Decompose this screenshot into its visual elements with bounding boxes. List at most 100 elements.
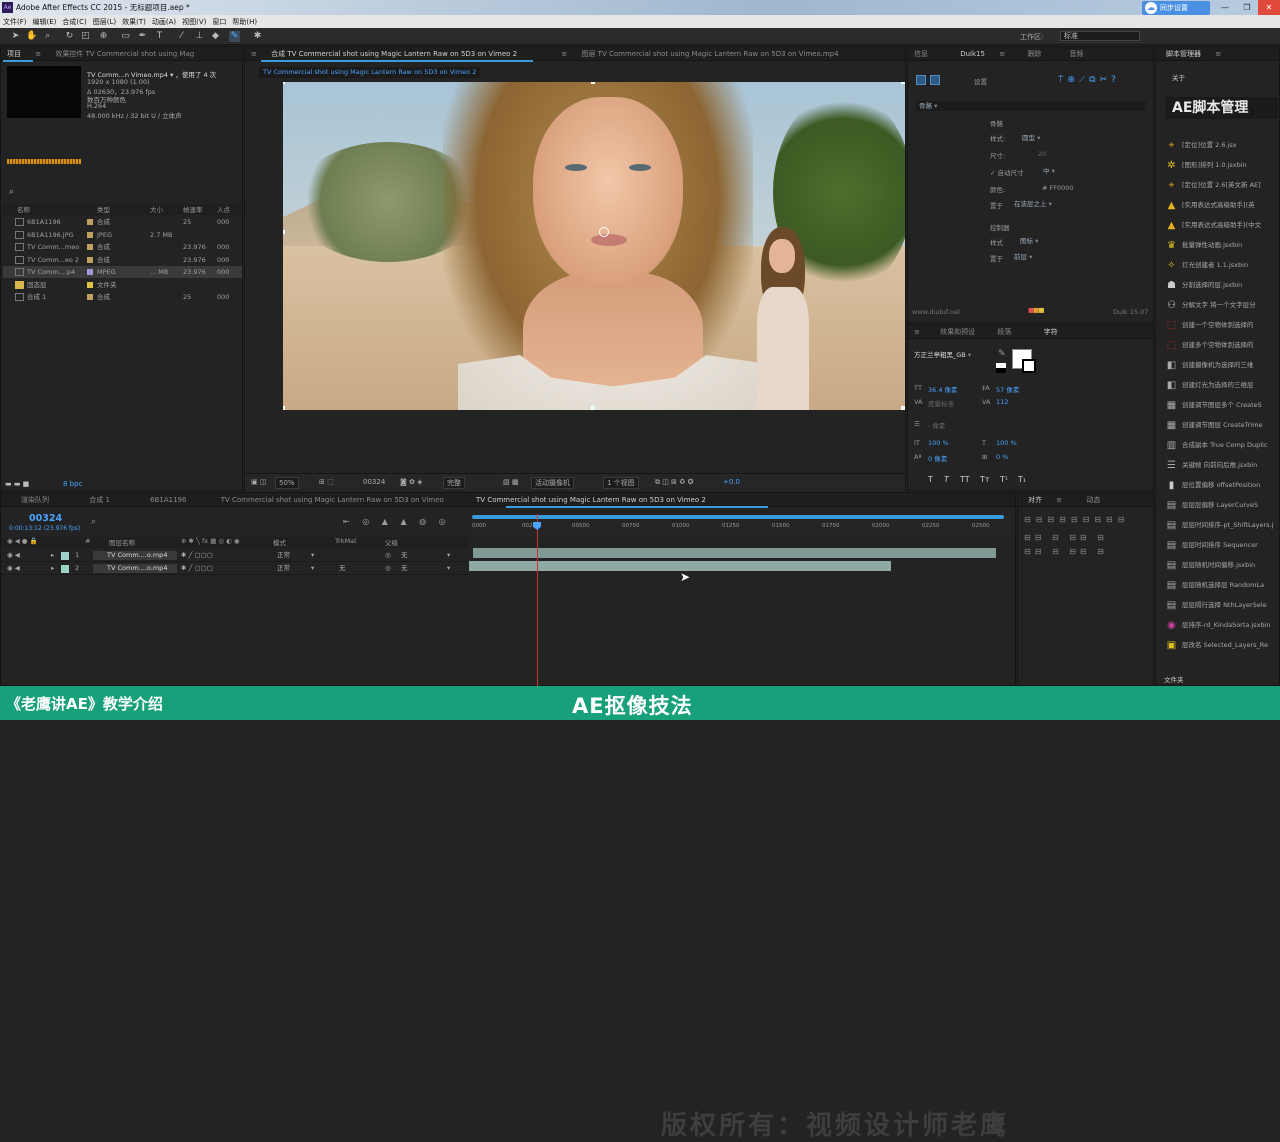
duik-anim-icon[interactable] xyxy=(930,75,940,85)
menu-file[interactable]: 文件(F) xyxy=(0,17,30,27)
minimize-button[interactable]: — xyxy=(1214,0,1236,15)
duik-category-select[interactable]: 骨骼 xyxy=(916,101,1146,111)
layer-search-icon[interactable]: ⌕ xyxy=(91,517,96,527)
panel-menu-icon[interactable]: ≡ xyxy=(908,328,926,336)
project-item-row[interactable]: TV Comm...meo 合成 23.976 000 xyxy=(3,241,242,253)
script-item[interactable]: ▤ 层层隔行选择 NthLayerSele xyxy=(1160,597,1280,614)
label-color-swatch[interactable] xyxy=(87,219,93,225)
tab-paragraph[interactable]: 段落 xyxy=(991,328,1017,336)
parent-pickwhip-icon[interactable]: ◎ xyxy=(385,549,391,562)
menu-layer[interactable]: 图层(L) xyxy=(90,17,119,27)
script-item[interactable]: ▦ 创建调节图层 CreateTrime xyxy=(1160,417,1280,434)
region-icons[interactable]: ▨ ▩ xyxy=(503,474,518,491)
style-select[interactable]: 圆型 xyxy=(1022,133,1040,143)
clone-stamp-tool-icon[interactable]: ⊥ xyxy=(194,31,205,42)
stroke-width-value[interactable]: - 像素 xyxy=(928,420,945,430)
menu-composition[interactable]: 合成(C) xyxy=(59,17,89,27)
tab-motion[interactable]: 动态 xyxy=(1080,496,1106,504)
camera-tool-icon[interactable]: ◰ xyxy=(80,31,91,42)
label-color-swatch[interactable] xyxy=(87,281,93,288)
ctrl-place-select[interactable]: 前层 xyxy=(1014,252,1032,262)
maximize-button[interactable]: ❐ xyxy=(1236,0,1258,15)
playhead-line[interactable] xyxy=(537,514,538,686)
leading-value[interactable]: 57 像素 xyxy=(996,384,1019,394)
label-color-swatch[interactable] xyxy=(87,256,93,263)
views-select[interactable]: 1 个视图 xyxy=(603,477,639,489)
parent-dropdown-icon[interactable]: ▾ xyxy=(447,549,450,562)
vertical-scale-value[interactable]: 100 % xyxy=(928,439,949,447)
col-trkmat[interactable]: TrkMat xyxy=(335,537,357,545)
layer-label-swatch[interactable] xyxy=(61,565,69,573)
col-name[interactable]: 名称 xyxy=(17,204,30,214)
align-buttons-icons[interactable]: ⊟⊟⊟⊟⊟⊟⊟⊟⊟ xyxy=(1024,515,1129,524)
comp-subtab[interactable]: TV Commercial shot using Magic Lantern R… xyxy=(259,67,481,78)
zoom-select[interactable]: 50% xyxy=(275,477,299,489)
layer-1-duration-bar[interactable] xyxy=(473,548,996,558)
roto-brush-tool-icon[interactable]: ✎ xyxy=(229,31,240,42)
rotate-tool-icon[interactable]: ↻ xyxy=(64,31,75,42)
transform-handle[interactable] xyxy=(591,82,595,84)
ctrl-style-select[interactable]: 图标 xyxy=(1020,236,1038,246)
script-item[interactable]: ▤ 层层时间排序 Sequencer xyxy=(1160,537,1280,554)
all-caps-button[interactable]: TT xyxy=(960,475,970,484)
parent-pickwhip-icon[interactable]: ◎ xyxy=(385,562,391,575)
tab-info[interactable]: 信息 xyxy=(908,50,934,58)
script-item[interactable]: ◧ 创建摄像机为选择的三维 xyxy=(1160,357,1280,374)
timeline-switch-icons[interactable]: ⇤ ◎ ▲ ▲ ◍ ◎ xyxy=(343,517,451,526)
layer-trkmat-select[interactable]: 无 xyxy=(339,562,346,575)
layer-parent-select[interactable]: 无 xyxy=(401,562,408,575)
hand-tool-icon[interactable]: ✋ xyxy=(26,31,37,42)
layer-name[interactable]: TV Comm....o.mp4 xyxy=(93,551,177,560)
place-select[interactable]: 在该层之上 xyxy=(1014,199,1052,209)
layer-mode-select[interactable]: 正常 xyxy=(277,562,290,575)
transform-handle[interactable] xyxy=(283,82,285,84)
color-swap-icon[interactable] xyxy=(996,363,1006,373)
expand-arrow-icon[interactable]: ▸ xyxy=(51,562,54,575)
auto-size-select[interactable]: 中 xyxy=(1043,166,1055,176)
mode-dropdown-icon[interactable]: ▾ xyxy=(311,549,314,562)
script-item[interactable]: ✧ 灯光创建者 1.1.jsxbin xyxy=(1160,257,1280,274)
mode-dropdown-icon[interactable]: ▾ xyxy=(311,562,314,575)
project-item-row[interactable]: 6B1A1196 合成 25 000 xyxy=(3,216,242,228)
eraser-tool-icon[interactable]: ◆ xyxy=(210,31,221,42)
composition-viewer[interactable] xyxy=(283,82,905,410)
work-area-bar[interactable] xyxy=(472,515,1004,519)
duik-rig-icon[interactable] xyxy=(916,75,926,85)
size-value[interactable]: 20 xyxy=(1038,150,1046,158)
script-item[interactable]: ▦ 创建调节图层多个 CreateS xyxy=(1160,397,1280,414)
horizontal-scale-value[interactable]: 100 % xyxy=(996,439,1017,447)
transform-handle[interactable] xyxy=(283,230,285,234)
transform-handle[interactable] xyxy=(901,82,905,84)
folder-button[interactable]: 文件夹 xyxy=(1164,674,1184,684)
col-layer-name[interactable]: 图层名称 xyxy=(109,537,135,547)
layer-switches-icons[interactable]: ✱ ╱ ▢▢▢ xyxy=(181,562,213,575)
brush-tool-icon[interactable]: ⁄ xyxy=(176,31,187,42)
faux-italic-button[interactable]: T xyxy=(944,475,949,484)
auto-size-checkbox[interactable]: ✓ 自动尺寸 xyxy=(990,167,1024,177)
footer-icons[interactable]: ▬ ▬ ■ xyxy=(5,480,29,488)
camera-select[interactable]: 活动摄像机 xyxy=(531,477,574,489)
panel-menu-icon[interactable]: ≡ xyxy=(993,50,1011,58)
tab-script-manager[interactable]: 脚本管理器 xyxy=(1156,50,1207,58)
layer-name[interactable]: TV Comm....o.mp4 xyxy=(93,564,177,573)
mask-tool-icon[interactable]: ▭ xyxy=(120,31,131,42)
script-item[interactable]: ⬚ 创建一个空物体到选择的 xyxy=(1160,317,1280,334)
script-item[interactable]: ▥ 合成副本 True Comp Duplic xyxy=(1160,437,1280,454)
current-time-display[interactable]: 00324 xyxy=(29,513,62,524)
tab-render-queue[interactable]: 渲染队列 xyxy=(15,496,55,504)
distribute-buttons-icons-2[interactable]: ⊟⊟ ⊟ ⊟⊟ ⊟ xyxy=(1024,547,1108,556)
font-family-select[interactable]: 方正兰亭粗黑_GB xyxy=(914,350,971,360)
layer-switches-icons[interactable]: ✱ ╱ ▢▢▢ xyxy=(181,549,213,562)
search-icon[interactable]: ⌕ xyxy=(9,187,14,197)
puppet-pin-tool-icon[interactable]: ✱ xyxy=(252,31,263,42)
tab-character[interactable]: 字符 xyxy=(1038,328,1064,336)
col-parent[interactable]: 父级 xyxy=(385,537,398,547)
panel-menu-icon[interactable]: ≡ xyxy=(555,50,573,58)
transform-handle[interactable] xyxy=(283,406,285,410)
label-color-swatch[interactable] xyxy=(87,231,93,238)
col-fps[interactable]: 帧速率 xyxy=(183,204,203,214)
parent-dropdown-icon[interactable]: ▾ xyxy=(447,562,450,575)
visibility-toggle-icon[interactable]: ◉ ◀ xyxy=(7,562,20,575)
col-size[interactable]: 大小 xyxy=(150,204,163,214)
faux-bold-button[interactable]: T xyxy=(928,475,933,484)
